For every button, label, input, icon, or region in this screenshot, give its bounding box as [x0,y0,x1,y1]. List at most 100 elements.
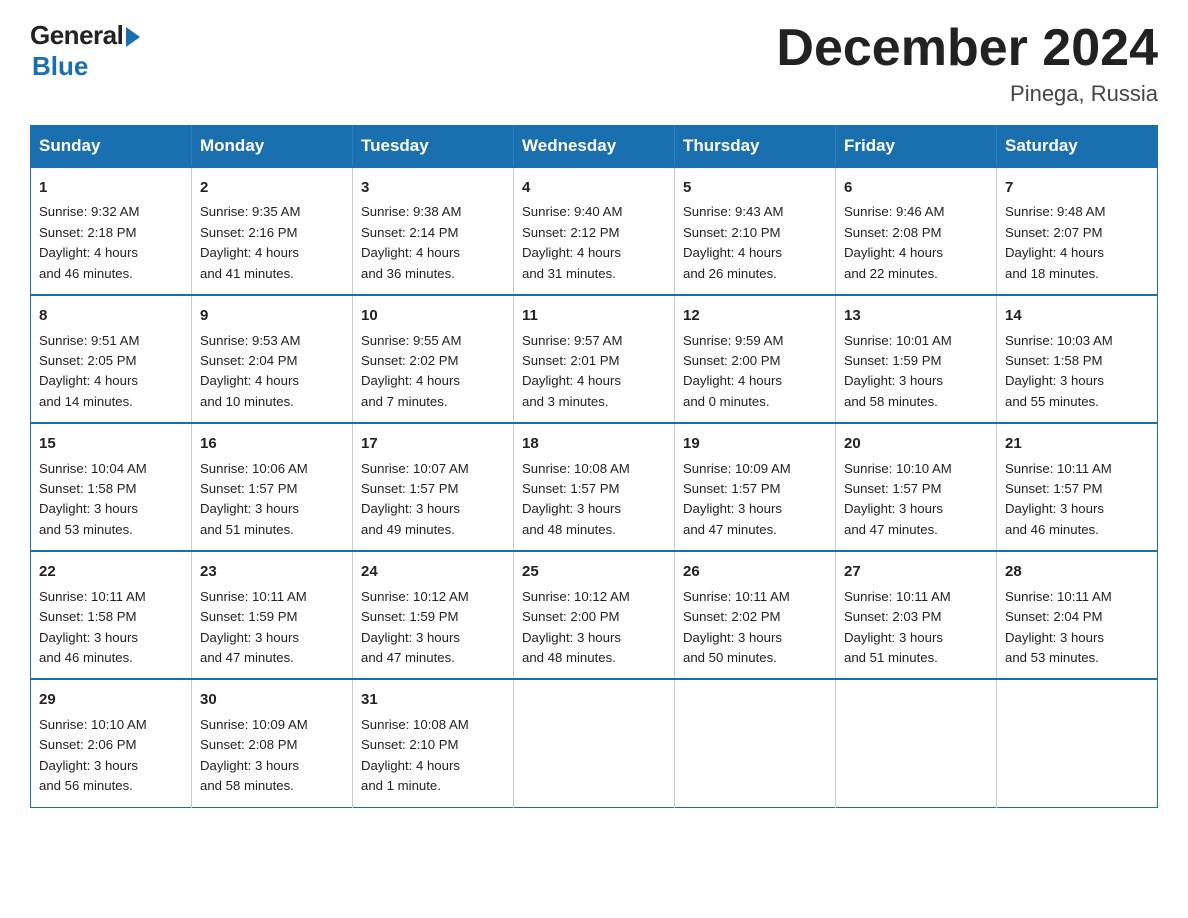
day-info: Sunrise: 10:04 AMSunset: 1:58 PMDaylight… [39,459,183,541]
calendar-day-cell: 26Sunrise: 10:11 AMSunset: 2:02 PMDaylig… [675,551,836,679]
calendar-week-row: 8 Sunrise: 9:51 AMSunset: 2:05 PMDaylight… [31,295,1158,423]
day-number: 8 [39,304,183,327]
day-info: Sunrise: 9:40 AMSunset: 2:12 PMDaylight:… [522,202,666,284]
calendar-day-cell: 22 Sunrise: 10:11 AMSunset: 1:58 PMDaylig… [31,551,192,679]
day-number: 14 [1005,304,1149,327]
day-number: 17 [361,432,505,455]
day-info: Sunrise: 10:08 AMSunset: 1:57 PMDaylight… [522,459,666,541]
empty-cell [514,679,675,807]
day-info: Sunrise: 10:10 AMSunset: 1:57 PMDaylight… [844,459,988,541]
calendar-day-cell: 30 Sunrise: 10:09 AMSunset: 2:08 PMDaylig… [192,679,353,807]
day-number: 3 [361,176,505,199]
logo: General Blue [30,20,140,82]
day-info: Sunrise: 10:11 AMSunset: 1:59 PMDaylight… [200,587,344,669]
day-number: 21 [1005,432,1149,455]
day-info: Sunrise: 9:48 AMSunset: 2:07 PMDaylight:… [1005,202,1149,284]
calendar-day-cell: 17 Sunrise: 10:07 AMSunset: 1:57 PMDaylig… [353,423,514,551]
empty-cell [836,679,997,807]
day-info: Sunrise: 10:10 AMSunset: 2:06 PMDaylight… [39,715,183,797]
empty-cell [997,679,1158,807]
day-number: 16 [200,432,344,455]
day-number: 31 [361,688,505,711]
calendar-day-cell: 12Sunrise: 9:59 AMSunset: 2:00 PMDayligh… [675,295,836,423]
header-thursday: Thursday [675,126,836,168]
day-info: Sunrise: 10:01 AMSunset: 1:59 PMDaylight… [844,331,988,413]
day-number: 13 [844,304,988,327]
day-info: Sunrise: 9:32 AMSunset: 2:18 PMDaylight:… [39,202,183,284]
day-number: 4 [522,176,666,199]
day-number: 18 [522,432,666,455]
calendar-day-cell: 6 Sunrise: 9:46 AMSunset: 2:08 PMDaylight… [836,167,997,295]
header-wednesday: Wednesday [514,126,675,168]
calendar-day-cell: 1 Sunrise: 9:32 AMSunset: 2:18 PMDaylight… [31,167,192,295]
calendar-day-cell: 19Sunrise: 10:09 AMSunset: 1:57 PMDaylig… [675,423,836,551]
calendar-day-cell: 11Sunrise: 9:57 AMSunset: 2:01 PMDayligh… [514,295,675,423]
day-number: 19 [683,432,827,455]
day-number: 26 [683,560,827,583]
day-info: Sunrise: 10:11 AMSunset: 2:04 PMDaylight… [1005,587,1149,669]
location-subtitle: Pinega, Russia [776,81,1158,107]
calendar-day-cell: 31Sunrise: 10:08 AMSunset: 2:10 PMDaylig… [353,679,514,807]
day-number: 15 [39,432,183,455]
day-info: Sunrise: 9:51 AMSunset: 2:05 PMDaylight:… [39,331,183,413]
month-year-title: December 2024 [776,20,1158,77]
calendar-day-cell: 2 Sunrise: 9:35 AMSunset: 2:16 PMDaylight… [192,167,353,295]
day-info: Sunrise: 10:11 AMSunset: 2:03 PMDaylight… [844,587,988,669]
calendar-week-row: 1 Sunrise: 9:32 AMSunset: 2:18 PMDaylight… [31,167,1158,295]
day-number: 30 [200,688,344,711]
day-info: Sunrise: 9:55 AMSunset: 2:02 PMDaylight:… [361,331,505,413]
day-info: Sunrise: 9:59 AMSunset: 2:00 PMDaylight:… [683,331,827,413]
day-number: 29 [39,688,183,711]
day-number: 22 [39,560,183,583]
day-number: 1 [39,176,183,199]
calendar-week-row: 29 Sunrise: 10:10 AMSunset: 2:06 PMDaylig… [31,679,1158,807]
logo-blue-text: Blue [32,51,88,82]
day-info: Sunrise: 9:38 AMSunset: 2:14 PMDaylight:… [361,202,505,284]
day-info: Sunrise: 10:07 AMSunset: 1:57 PMDaylight… [361,459,505,541]
calendar-day-cell: 27Sunrise: 10:11 AMSunset: 2:03 PMDaylig… [836,551,997,679]
calendar-day-cell: 24Sunrise: 10:12 AMSunset: 1:59 PMDaylig… [353,551,514,679]
day-number: 7 [1005,176,1149,199]
title-block: December 2024 Pinega, Russia [776,20,1158,107]
calendar-week-row: 22 Sunrise: 10:11 AMSunset: 1:58 PMDaylig… [31,551,1158,679]
day-info: Sunrise: 9:46 AMSunset: 2:08 PMDaylight:… [844,202,988,284]
day-number: 6 [844,176,988,199]
header-monday: Monday [192,126,353,168]
logo-triangle-icon [126,27,140,47]
page-header: General Blue December 2024 Pinega, Russi… [30,20,1158,107]
calendar-day-cell: 23 Sunrise: 10:11 AMSunset: 1:59 PMDaylig… [192,551,353,679]
day-info: Sunrise: 9:35 AMSunset: 2:16 PMDaylight:… [200,202,344,284]
calendar-day-cell: 5 Sunrise: 9:43 AMSunset: 2:10 PMDaylight… [675,167,836,295]
day-number: 11 [522,304,666,327]
day-info: Sunrise: 9:43 AMSunset: 2:10 PMDaylight:… [683,202,827,284]
day-info: Sunrise: 10:03 AMSunset: 1:58 PMDaylight… [1005,331,1149,413]
header-sunday: Sunday [31,126,192,168]
calendar-day-cell: 8 Sunrise: 9:51 AMSunset: 2:05 PMDaylight… [31,295,192,423]
header-tuesday: Tuesday [353,126,514,168]
calendar-day-cell: 18 Sunrise: 10:08 AMSunset: 1:57 PMDaylig… [514,423,675,551]
calendar-day-cell: 21Sunrise: 10:11 AMSunset: 1:57 PMDaylig… [997,423,1158,551]
header-saturday: Saturday [997,126,1158,168]
calendar-day-cell: 4 Sunrise: 9:40 AMSunset: 2:12 PMDaylight… [514,167,675,295]
calendar-day-cell: 10 Sunrise: 9:55 AMSunset: 2:02 PMDayligh… [353,295,514,423]
day-number: 28 [1005,560,1149,583]
calendar-day-cell: 20Sunrise: 10:10 AMSunset: 1:57 PMDaylig… [836,423,997,551]
calendar-day-cell: 28 Sunrise: 10:11 AMSunset: 2:04 PMDaylig… [997,551,1158,679]
day-number: 10 [361,304,505,327]
header-friday: Friday [836,126,997,168]
day-info: Sunrise: 10:06 AMSunset: 1:57 PMDaylight… [200,459,344,541]
calendar-day-cell: 29 Sunrise: 10:10 AMSunset: 2:06 PMDaylig… [31,679,192,807]
calendar-day-cell: 3 Sunrise: 9:38 AMSunset: 2:14 PMDaylight… [353,167,514,295]
day-info: Sunrise: 10:12 AMSunset: 1:59 PMDaylight… [361,587,505,669]
calendar-day-cell: 9Sunrise: 9:53 AMSunset: 2:04 PMDaylight… [192,295,353,423]
day-info: Sunrise: 9:53 AMSunset: 2:04 PMDaylight:… [200,331,344,413]
calendar-day-cell: 15 Sunrise: 10:04 AMSunset: 1:58 PMDaylig… [31,423,192,551]
calendar-week-row: 15 Sunrise: 10:04 AMSunset: 1:58 PMDaylig… [31,423,1158,551]
day-number: 23 [200,560,344,583]
day-info: Sunrise: 10:11 AMSunset: 1:58 PMDaylight… [39,587,183,669]
day-number: 5 [683,176,827,199]
calendar-day-cell: 25Sunrise: 10:12 AMSunset: 2:00 PMDaylig… [514,551,675,679]
day-number: 2 [200,176,344,199]
day-info: Sunrise: 10:09 AMSunset: 2:08 PMDaylight… [200,715,344,797]
calendar-day-cell: 14 Sunrise: 10:03 AMSunset: 1:58 PMDaylig… [997,295,1158,423]
